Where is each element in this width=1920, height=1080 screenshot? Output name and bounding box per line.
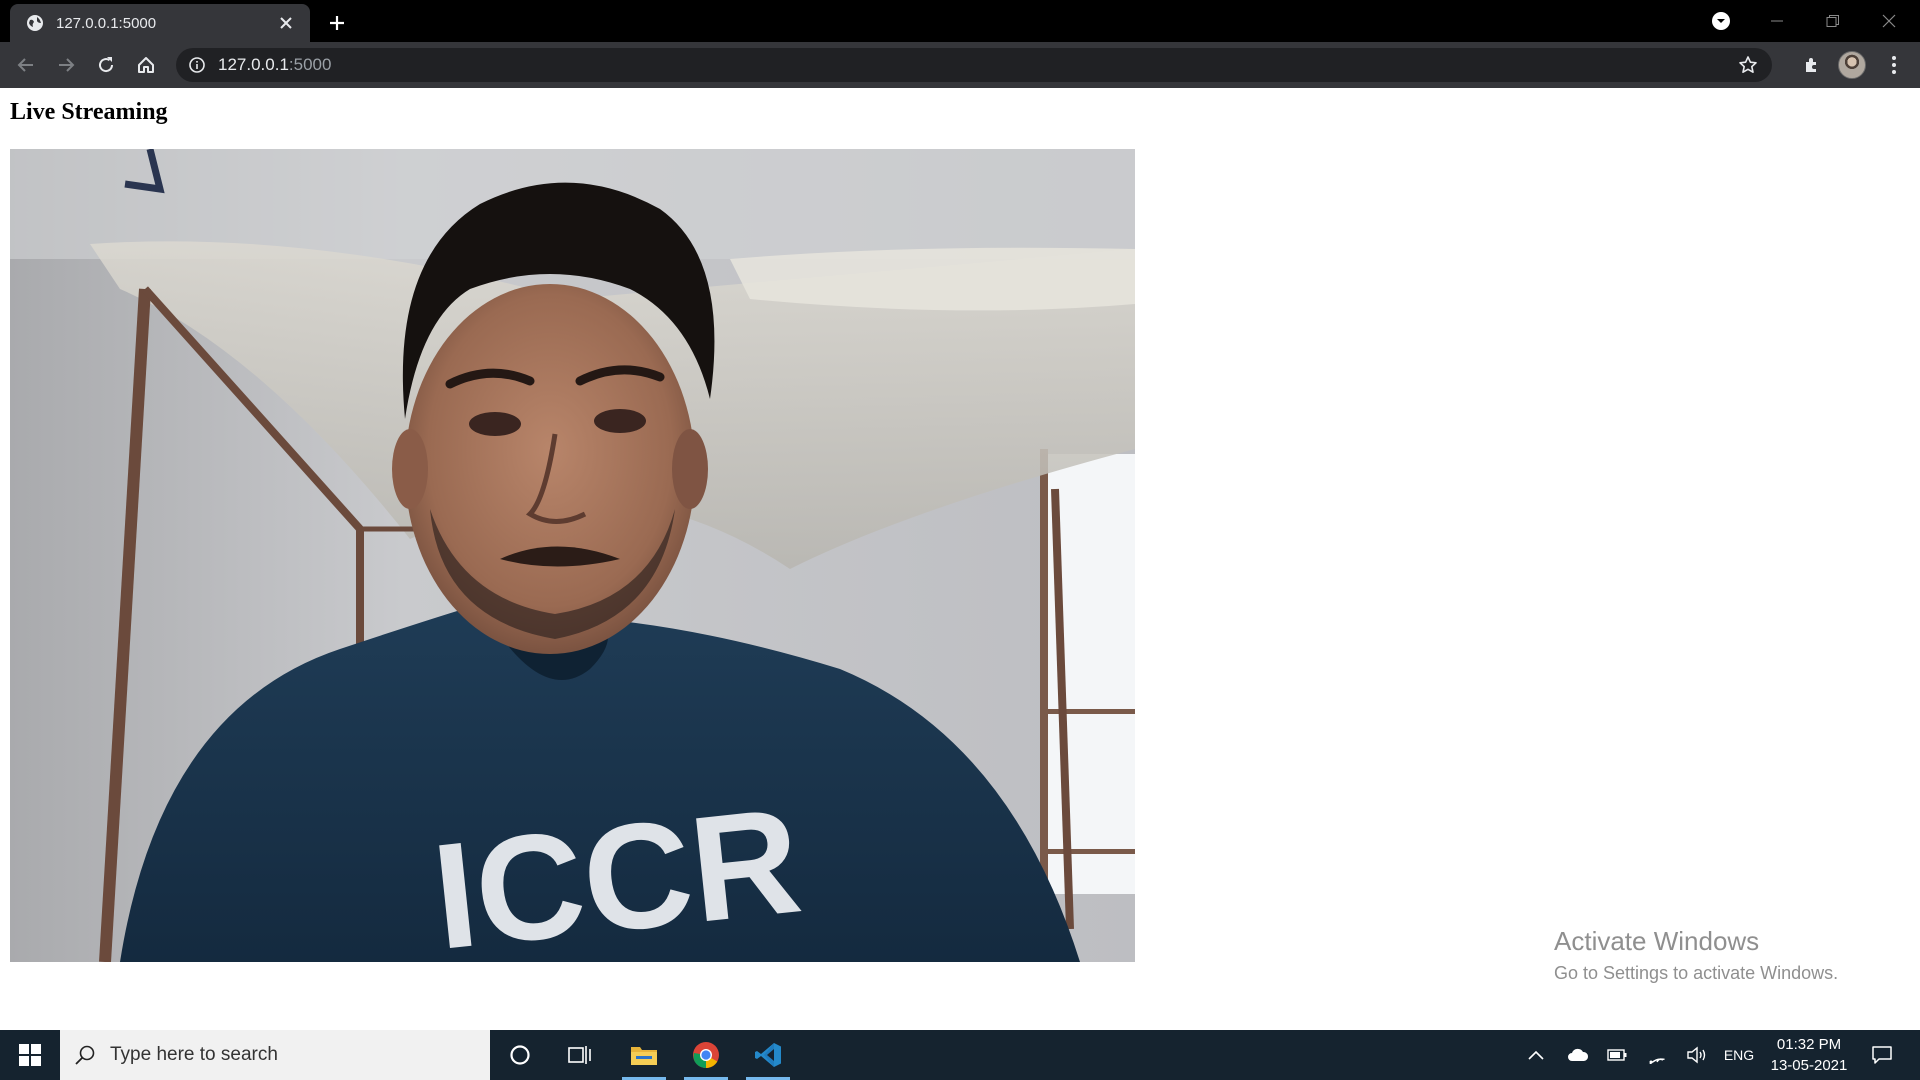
start-button[interactable] <box>0 1030 60 1080</box>
battery-icon[interactable] <box>1604 1030 1630 1080</box>
address-bar[interactable]: 127.0.0.1:5000 <box>176 48 1772 82</box>
clock-date: 13-05-2021 <box>1770 1057 1848 1074</box>
menu-kebab-icon[interactable] <box>1880 51 1908 79</box>
url-port: :5000 <box>288 55 332 74</box>
vscode-icon[interactable] <box>740 1030 796 1080</box>
action-center-icon[interactable] <box>1862 1030 1902 1080</box>
taskbar-search-box[interactable]: Type here to search <box>60 1030 490 1080</box>
close-window-button[interactable] <box>1866 6 1912 36</box>
restore-button[interactable] <box>1810 6 1856 36</box>
url-host: 127.0.0.1 <box>218 55 289 74</box>
forward-button[interactable] <box>52 51 80 79</box>
windows-taskbar: Type here to search ENG 01:32 PM 13-05-2… <box>0 1030 1920 1080</box>
clock-time: 01:32 PM <box>1776 1036 1842 1053</box>
watermark-title: Activate Windows <box>1554 926 1760 956</box>
activate-windows-watermark: Activate Windows Go to Settings to activ… <box>1554 926 1838 984</box>
minimize-button[interactable] <box>1754 6 1800 36</box>
profile-avatar[interactable] <box>1838 51 1866 79</box>
tab-title: 127.0.0.1:5000 <box>56 14 157 32</box>
tab-search-icon[interactable] <box>1698 6 1744 36</box>
watermark-subtitle: Go to Settings to activate Windows. <box>1554 963 1839 983</box>
url-text: 127.0.0.1:5000 <box>218 55 331 75</box>
reload-button[interactable] <box>92 51 120 79</box>
webcam-frame: ICCR <box>10 149 1135 962</box>
search-icon <box>75 1045 95 1065</box>
cortana-icon[interactable] <box>492 1030 548 1080</box>
windows-logo-icon <box>19 1044 41 1066</box>
bookmark-star-icon[interactable] <box>1738 55 1758 75</box>
new-tab-button[interactable] <box>324 10 350 36</box>
browser-tab[interactable]: 127.0.0.1:5000 <box>10 4 310 42</box>
browser-tab-strip: 127.0.0.1:5000 <box>0 0 1920 42</box>
page-title: Live Streaming <box>10 99 168 125</box>
info-icon[interactable] <box>188 56 206 74</box>
wifi-icon[interactable] <box>1644 1030 1670 1080</box>
show-hidden-icons-chevron-icon[interactable] <box>1524 1030 1548 1080</box>
language-indicator[interactable]: ENG <box>1718 1030 1760 1080</box>
taskbar-clock[interactable]: 01:32 PM 13-05-2021 <box>1764 1034 1854 1076</box>
back-button[interactable] <box>12 51 40 79</box>
onedrive-cloud-icon[interactable] <box>1564 1030 1592 1080</box>
language-label: ENG <box>1723 1047 1755 1063</box>
close-tab-icon[interactable] <box>276 13 296 33</box>
home-button[interactable] <box>132 51 160 79</box>
volume-icon[interactable] <box>1684 1030 1710 1080</box>
file-explorer-icon[interactable] <box>616 1030 672 1080</box>
extensions-icon[interactable] <box>1798 51 1826 79</box>
chrome-icon[interactable] <box>678 1030 734 1080</box>
task-view-icon[interactable] <box>552 1030 608 1080</box>
search-placeholder: Type here to search <box>110 1044 278 1065</box>
video-stream: ICCR <box>10 149 1135 962</box>
globe-icon <box>26 14 44 32</box>
page-content: Live Streaming ICCR Activate Windows Go … <box>0 88 1920 1030</box>
browser-toolbar: 127.0.0.1:5000 <box>0 42 1920 88</box>
